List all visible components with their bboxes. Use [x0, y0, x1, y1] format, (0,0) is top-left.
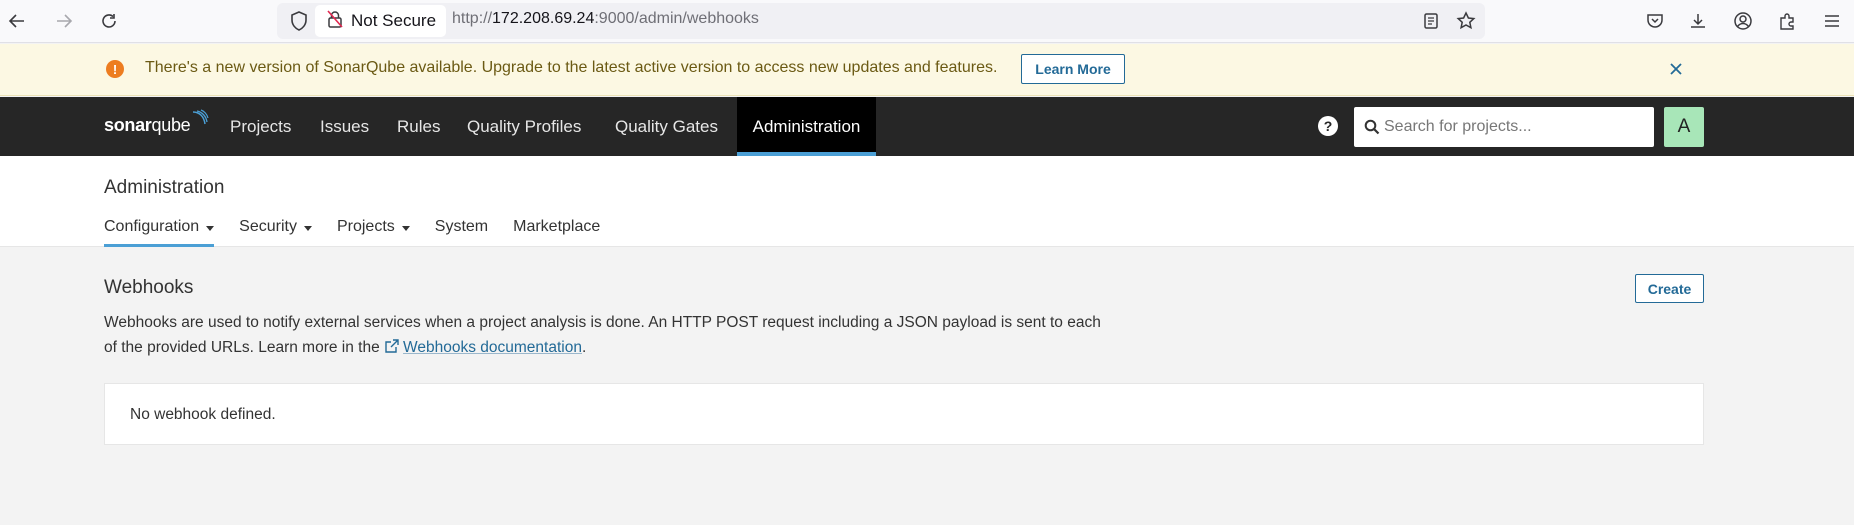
admin-subnav: Configuration Security Projects System M… — [104, 218, 600, 247]
sonarqube-logo[interactable]: sonar qube — [104, 109, 209, 139]
banner-message: There's a new version of SonarQube avail… — [145, 59, 998, 76]
webhooks-description: Webhooks are used to notify external ser… — [104, 310, 1104, 360]
close-icon[interactable] — [1665, 58, 1687, 80]
shield-icon[interactable] — [284, 6, 314, 36]
nav-quality-gates[interactable]: Quality Gates — [615, 97, 718, 156]
pocket-icon[interactable] — [1640, 6, 1670, 36]
url-path: :9000/admin/webhooks — [594, 10, 759, 27]
nav-projects[interactable]: Projects — [230, 97, 291, 156]
menu-icon[interactable] — [1817, 6, 1847, 36]
url-host: 172.208.69.24 — [492, 10, 595, 27]
download-icon[interactable] — [1683, 6, 1713, 36]
warning-icon: ! — [106, 60, 124, 78]
url-text[interactable]: http://172.208.69.24:9000/admin/webhooks — [452, 10, 759, 28]
webhooks-list: No webhook defined. — [104, 383, 1704, 445]
nav-issues[interactable]: Issues — [320, 97, 369, 156]
nav-quality-profiles[interactable]: Quality Profiles — [467, 97, 581, 156]
search-icon — [1364, 119, 1380, 135]
create-webhook-button[interactable]: Create — [1635, 274, 1704, 303]
browser-toolbar: Not Secure http://172.208.69.24:9000/adm… — [0, 0, 1854, 43]
project-search[interactable] — [1354, 107, 1654, 147]
insecure-lock-icon — [327, 9, 343, 33]
forward-icon[interactable] — [49, 6, 79, 36]
reload-icon[interactable] — [94, 6, 124, 36]
admin-header: Administration Configuration Security Pr… — [0, 156, 1854, 247]
tab-system-label: System — [434, 218, 489, 235]
nav-administration[interactable]: Administration — [737, 97, 876, 156]
help-icon[interactable]: ? — [1318, 116, 1338, 136]
upgrade-banner: ! There's a new version of SonarQube ava… — [0, 44, 1854, 96]
doc-link-label: Webhooks documentation — [403, 339, 582, 356]
description-text: Webhooks are used to notify external ser… — [104, 314, 1101, 356]
caret-down-icon — [303, 226, 312, 231]
extensions-icon[interactable] — [1772, 6, 1802, 36]
caret-down-icon — [206, 226, 215, 231]
nav-rules[interactable]: Rules — [397, 97, 440, 156]
tab-projects-label: Projects — [336, 218, 395, 235]
empty-message: No webhook defined. — [130, 406, 276, 423]
search-input[interactable] — [1384, 107, 1648, 147]
not-secure-indicator[interactable]: Not Secure — [315, 5, 447, 37]
logo-text-rest: qube — [151, 115, 191, 135]
reader-icon[interactable] — [1416, 6, 1446, 36]
tab-security-label: Security — [239, 218, 297, 235]
not-secure-label: Not Secure — [351, 11, 437, 30]
url-prefix: http:// — [452, 10, 493, 27]
tab-security[interactable]: Security — [239, 218, 312, 247]
tab-configuration-label: Configuration — [104, 218, 200, 235]
logo-text-bold: sonar — [104, 115, 152, 135]
tab-system[interactable]: System — [435, 218, 488, 247]
tab-configuration[interactable]: Configuration — [104, 218, 215, 247]
webhooks-title: Webhooks — [104, 277, 194, 298]
bookmark-star-icon[interactable] — [1451, 6, 1481, 36]
main-navbar: sonar qube Projects Issues Rules Quality … — [0, 97, 1854, 156]
avatar[interactable]: A — [1664, 107, 1704, 147]
external-link-icon — [385, 339, 399, 353]
tab-projects[interactable]: Projects — [337, 218, 410, 247]
logo-waves-icon — [193, 109, 209, 125]
caret-down-icon — [401, 226, 410, 231]
tab-marketplace-label: Marketplace — [513, 218, 601, 235]
learn-more-button[interactable]: Learn More — [1021, 54, 1125, 84]
tab-marketplace[interactable]: Marketplace — [513, 218, 600, 247]
back-icon[interactable] — [2, 6, 32, 36]
page-title: Administration — [104, 177, 225, 198]
webhooks-documentation-link[interactable]: Webhooks documentation — [384, 339, 582, 356]
description-end: . — [581, 339, 587, 356]
account-icon[interactable] — [1728, 6, 1758, 36]
